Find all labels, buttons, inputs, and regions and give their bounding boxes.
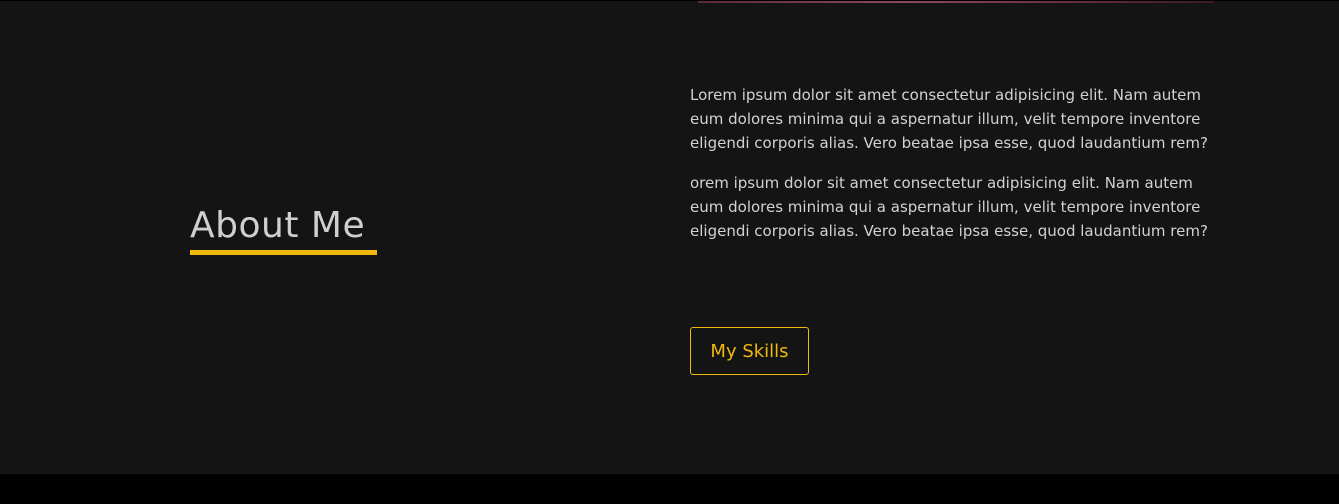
heading-underline bbox=[190, 250, 377, 255]
about-section: About Me Lorem ipsum dolor sit amet cons… bbox=[0, 0, 1339, 474]
profile-image-edge bbox=[698, 1, 1214, 3]
about-paragraph-2: orem ipsum dolor sit amet consectetur ad… bbox=[690, 174, 1208, 240]
about-paragraph-1: Lorem ipsum dolor sit amet consectetur a… bbox=[690, 86, 1208, 152]
page: About Me Lorem ipsum dolor sit amet cons… bbox=[0, 0, 1339, 504]
my-skills-button[interactable]: My Skills bbox=[690, 327, 809, 375]
about-heading: About Me bbox=[190, 205, 366, 246]
about-text: Lorem ipsum dolor sit amet consectetur a… bbox=[690, 83, 1210, 259]
